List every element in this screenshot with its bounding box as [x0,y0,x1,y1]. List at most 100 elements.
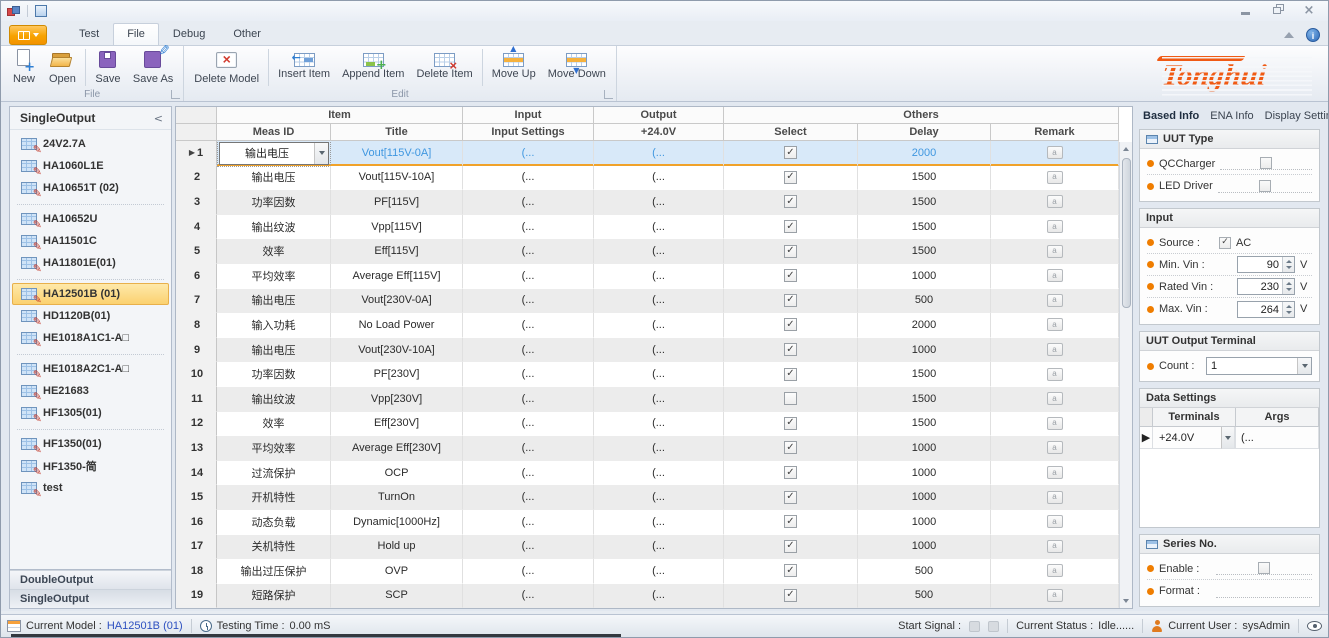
select-checkbox[interactable] [784,466,797,479]
delay-cell[interactable]: 1500 [858,362,991,387]
input-settings-cell[interactable]: (... [463,535,594,560]
meas-id-cell[interactable]: 短路保护 [217,584,331,608]
remark-button[interactable] [1047,294,1063,307]
table-row[interactable]: 5 效率 Eff[115V] (... (... 1500 [176,239,1119,264]
remark-button[interactable] [1047,564,1063,577]
output-cell[interactable]: (... [594,338,724,363]
select-checkbox[interactable] [784,441,797,454]
meas-id-cell[interactable]: 输出电压 [217,338,331,363]
output-cell[interactable]: (... [594,166,724,191]
output-cell[interactable]: (... [594,239,724,264]
table-row[interactable]: 8 输入功耗 No Load Power (... (... 2000 [176,313,1119,338]
output-cell[interactable]: (... [594,362,724,387]
scroll-down-icon[interactable] [1121,594,1132,608]
meas-id-cell[interactable]: 效率 [217,239,331,264]
table-row[interactable]: 19 短路保护 SCP (... (... 500 [176,584,1119,608]
output-cell[interactable]: (... [594,559,724,584]
select-checkbox[interactable] [784,195,797,208]
model-item[interactable]: HA11801E(01) [12,252,169,274]
meas-id-cell[interactable]: 动态负载 [217,510,331,535]
remark-button[interactable] [1047,171,1063,184]
remark-button[interactable] [1047,466,1063,479]
input-settings-cell[interactable]: (... [463,239,594,264]
table-row[interactable]: 11 输出纹波 Vpp[230V] (... (... 1500 [176,387,1119,412]
sidebar-group-button[interactable]: DoubleOutput [10,570,171,589]
args-cell[interactable]: (... [1236,427,1319,449]
model-item[interactable]: HF1350-简 [12,455,169,477]
dropdown-arrow-icon[interactable] [1297,358,1311,374]
source-ac-checkbox[interactable] [1219,237,1231,249]
remark-button[interactable] [1047,589,1063,602]
model-item[interactable]: HA10651T (02) [12,177,169,199]
table-row[interactable]: 9 输出电压 Vout[230V-10A] (... (... 1000 [176,338,1119,363]
delay-cell[interactable]: 1000 [858,264,991,289]
close-button[interactable]: × [1300,4,1318,18]
table-row[interactable]: 14 过流保护 OCP (... (... 1000 [176,461,1119,486]
select-checkbox[interactable] [784,318,797,331]
table-row[interactable]: 7 输出电压 Vout[230V-0A] (... (... 500 [176,289,1119,314]
remark-button[interactable] [1047,441,1063,454]
help-icon[interactable]: i [1306,28,1320,42]
title-cell[interactable]: Eff[115V] [331,239,463,264]
current-model-value[interactable]: HA12501B (01) [107,620,183,632]
enable-checkbox[interactable] [1258,562,1270,574]
toolbar-button[interactable]: Open [43,47,82,86]
output-cell[interactable]: (... [594,215,724,240]
toolbar-button[interactable]: Insert Item [272,47,336,81]
input-settings-cell[interactable]: (... [463,461,594,486]
table-row[interactable]: 4 输出纹波 Vpp[115V] (... (... 1500 [176,215,1119,240]
spinner[interactable] [1282,302,1294,317]
remark-button[interactable] [1047,195,1063,208]
select-checkbox[interactable] [784,491,797,504]
delay-cell[interactable]: 1500 [858,190,991,215]
input-settings-cell[interactable]: (... [463,313,594,338]
delay-cell[interactable]: 1000 [858,461,991,486]
select-checkbox[interactable] [784,343,797,356]
toolbar-button[interactable]: Save [89,47,127,86]
input-settings-cell[interactable]: (... [463,215,594,240]
vin-input[interactable]: 264 [1237,301,1295,318]
title-cell[interactable]: No Load Power [331,313,463,338]
output-cell[interactable]: (... [594,535,724,560]
table-row[interactable]: 17 关机特性 Hold up (... (... 1000 [176,535,1119,560]
panel-tab[interactable]: ENA Info [1210,110,1253,122]
table-row[interactable]: 12 效率 Eff[230V] (... (... 1500 [176,412,1119,437]
model-item[interactable]: HA12501B (01) [12,283,169,305]
dialog-launcher-icon[interactable] [171,90,180,99]
meas-id-cell[interactable]: 过流保护 [217,461,331,486]
select-checkbox[interactable] [784,540,797,553]
model-item[interactable]: 24V2.7A [12,133,169,155]
output-cell[interactable]: (... [594,584,724,608]
input-settings-cell[interactable]: (... [463,166,594,191]
input-settings-cell[interactable]: (... [463,264,594,289]
meas-id-cell[interactable]: 关机特性 [217,535,331,560]
title-cell[interactable]: Average Eff[230V] [331,436,463,461]
output-cell[interactable]: (... [594,264,724,289]
format-field[interactable] [1216,585,1312,598]
terminal-cell[interactable]: +24.0V [1153,427,1236,449]
delay-cell[interactable]: 1500 [858,239,991,264]
select-checkbox[interactable] [784,392,797,405]
column-header-select[interactable]: Select [724,124,858,141]
table-row[interactable]: 2 输出电压 Vout[115V-10A] (... (... 1500 [176,166,1119,191]
toolbar-button[interactable]: New [5,47,43,86]
scroll-up-icon[interactable] [1121,142,1132,156]
output-cell[interactable]: (... [594,141,724,166]
title-cell[interactable]: Vout[230V-0A] [331,289,463,314]
delay-cell[interactable]: 2000 [858,313,991,338]
input-settings-cell[interactable]: (... [463,485,594,510]
spinner[interactable] [1282,257,1294,272]
model-item[interactable]: HE1018A2C1-A□ [12,358,169,380]
remark-button[interactable] [1047,392,1063,405]
output-cell[interactable]: (... [594,387,724,412]
toolbar-button[interactable]: Move Up [486,47,542,81]
delay-cell[interactable]: 500 [858,559,991,584]
select-checkbox[interactable] [784,589,797,602]
output-cell[interactable]: (... [594,190,724,215]
output-cell[interactable]: (... [594,313,724,338]
select-checkbox[interactable] [784,171,797,184]
table-row[interactable]: 13 平均效率 Average Eff[230V] (... (... 1000 [176,436,1119,461]
column-header-delay[interactable]: Delay [858,124,991,141]
toolbar-button[interactable]: Delete Item [410,47,478,81]
column-header-title[interactable]: Title [331,124,463,141]
